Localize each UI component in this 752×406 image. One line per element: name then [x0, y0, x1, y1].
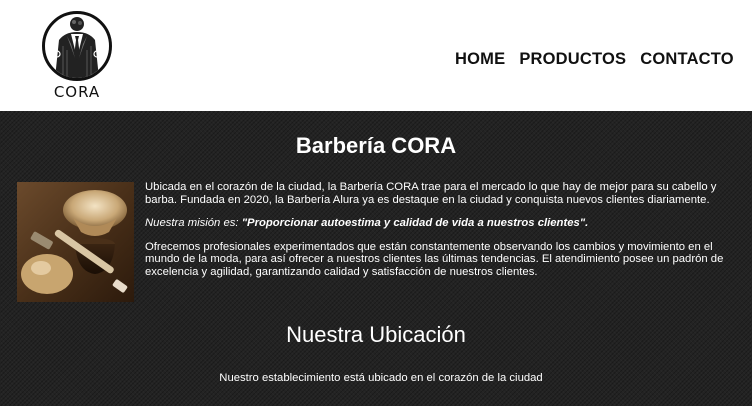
- page-title: Barbería CORA: [295, 133, 457, 158]
- barber-logo-icon: [42, 11, 112, 81]
- logo-text: CORA: [53, 83, 101, 101]
- main-content: Barbería CORA Ubicada en el corazón de l…: [0, 111, 752, 406]
- location-text: Nuestro establecimiento está ubicado en …: [219, 372, 543, 384]
- shaving-brush-photo: [17, 182, 134, 302]
- main-nav: HOME PRODUCTOS CONTACTO: [455, 50, 735, 72]
- nav-productos[interactable]: PRODUCTOS: [519, 50, 626, 72]
- about-text: Ubicada en el corazón de la ciudad, la B…: [145, 181, 730, 290]
- nav-home[interactable]: HOME: [455, 50, 505, 72]
- location-title: Nuestra Ubicación: [286, 322, 466, 347]
- about-paragraph: Ubicada en el corazón de la ciudad, la B…: [145, 181, 717, 206]
- mission-label: Nuestra misión es:: [145, 217, 242, 230]
- mission-statement: Nuestra misión es: "Proporcionar autoest…: [145, 217, 730, 230]
- nav-contacto[interactable]: CONTACTO: [640, 50, 734, 72]
- site-header: CORA HOME PRODUCTOS CONTACTO: [0, 0, 752, 111]
- services-paragraph: Ofrecemos profesionales experimentados q…: [145, 240, 724, 278]
- mission-quote: "Proporcionar autoestima y calidad de vi…: [241, 217, 589, 230]
- cora-logo[interactable]: CORA: [41, 11, 113, 101]
